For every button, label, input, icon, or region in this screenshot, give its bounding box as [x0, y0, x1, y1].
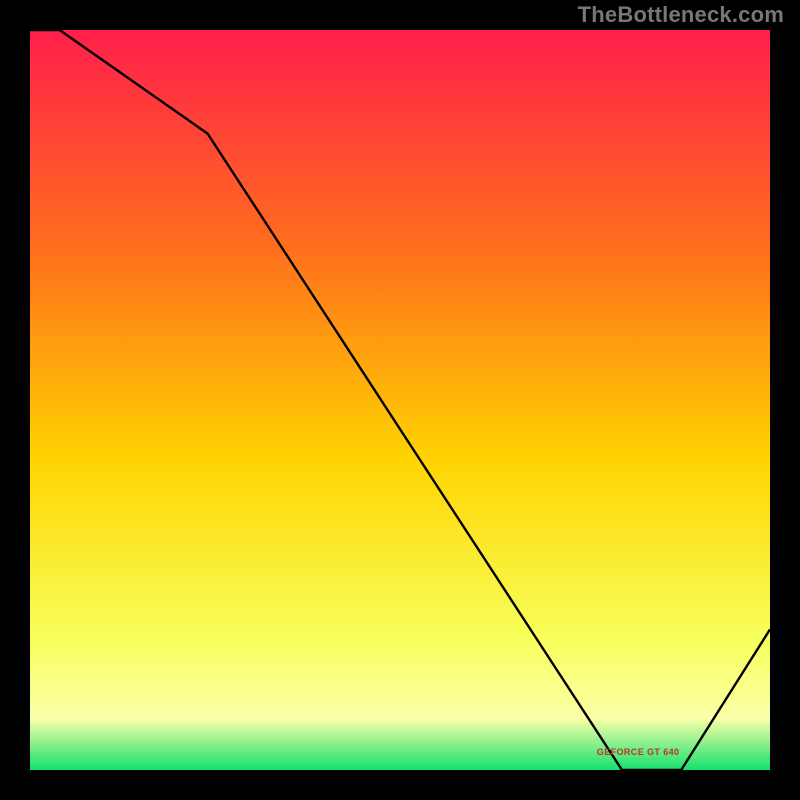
attribution-text: TheBottleneck.com: [578, 2, 784, 28]
chart-svg: [30, 30, 770, 770]
gradient-background: [30, 30, 770, 770]
plot-area: GEFORCE GT 640: [30, 30, 770, 770]
chart-frame: TheBottleneck.com GEFORCE GT 640: [0, 0, 800, 800]
